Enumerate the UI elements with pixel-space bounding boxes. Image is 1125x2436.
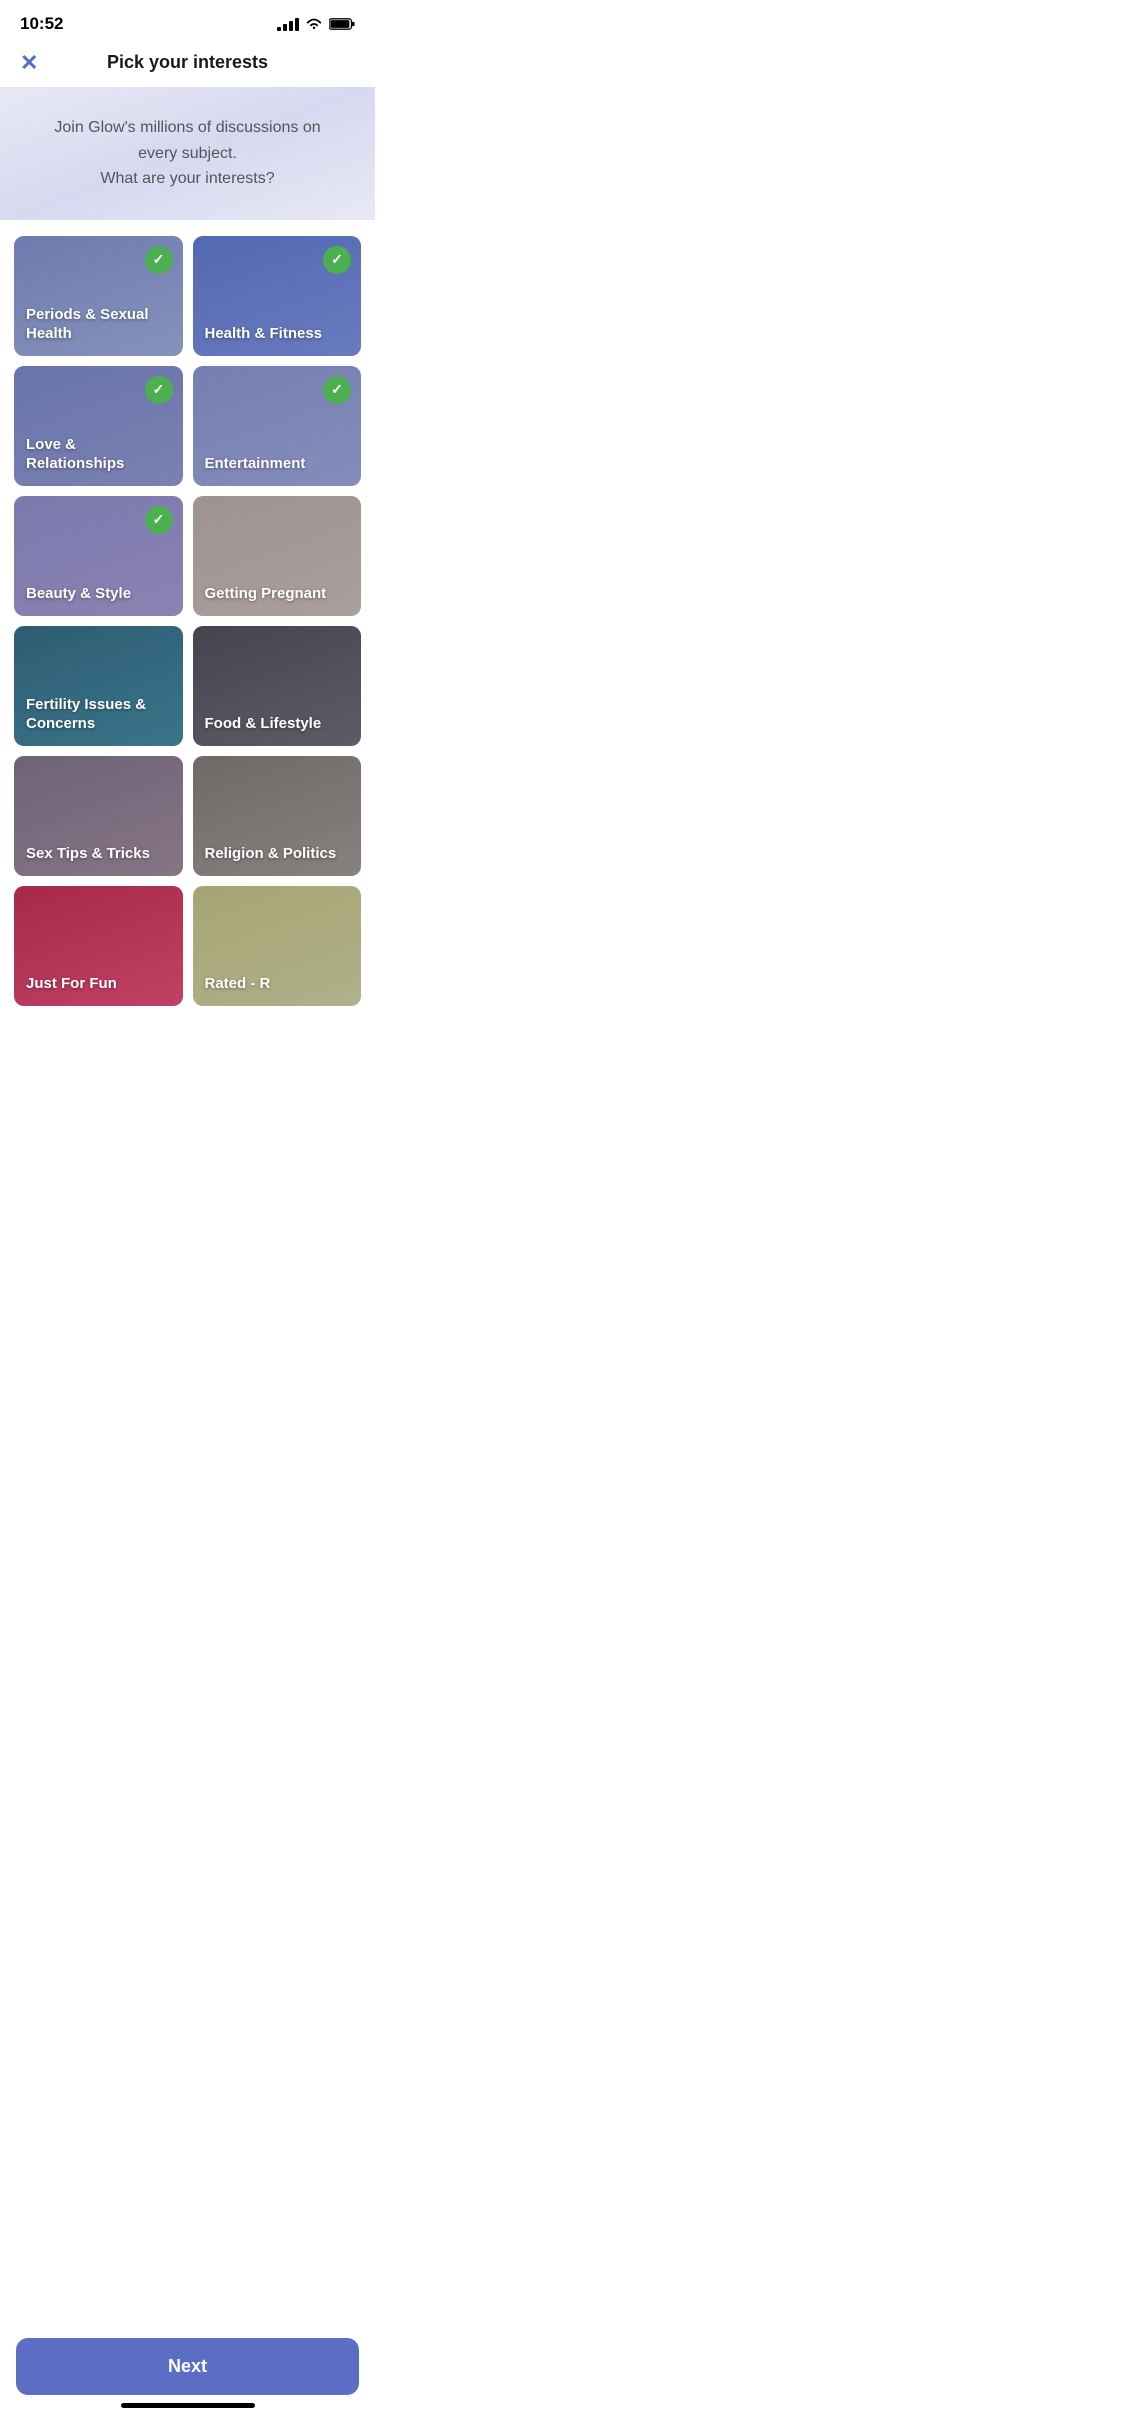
tile-rated-r[interactable]: Rated - R (193, 886, 362, 1006)
tile-label: Periods & Sexual Health (26, 305, 171, 344)
signal-icon (277, 18, 299, 31)
next-button[interactable]: Next (16, 2338, 359, 2395)
tile-label: Food & Lifestyle (205, 714, 322, 734)
tile-label: Rated - R (205, 974, 271, 994)
bottom-bar: Next (0, 2326, 375, 2436)
tile-sex-tips[interactable]: Sex Tips & Tricks (14, 756, 183, 876)
interests-grid: ✓ Periods & Sexual Health ✓ Health & Fitnes… (0, 220, 375, 1106)
tile-label: Health & Fitness (205, 324, 323, 344)
tile-entertainment[interactable]: ✓ Entertainment (193, 366, 362, 486)
tile-food[interactable]: Food & Lifestyle (193, 626, 362, 746)
page-title: Pick your interests (107, 52, 268, 73)
selected-badge: ✓ (323, 246, 351, 274)
tile-health[interactable]: ✓ Health & Fitness (193, 236, 362, 356)
close-button[interactable]: ✕ (20, 50, 38, 76)
tile-label: Getting Pregnant (205, 584, 327, 604)
home-indicator (121, 2403, 255, 2408)
selected-badge: ✓ (145, 246, 173, 274)
tile-label: Entertainment (205, 454, 306, 474)
tile-beauty[interactable]: ✓ Beauty & Style (14, 496, 183, 616)
tile-label: Sex Tips & Tricks (26, 844, 150, 864)
status-bar: 10:52 (0, 0, 375, 42)
wifi-icon (305, 17, 323, 31)
tile-label: Beauty & Style (26, 584, 131, 604)
selected-badge: ✓ (323, 376, 351, 404)
header-section: Join Glow's millions of discussions onev… (0, 87, 375, 220)
status-time: 10:52 (20, 14, 63, 34)
battery-icon (329, 17, 355, 31)
selected-badge: ✓ (145, 506, 173, 534)
tile-label: Fertility Issues & Concerns (26, 695, 171, 734)
tile-label: Just For Fun (26, 974, 117, 994)
tile-religion[interactable]: Religion & Politics (193, 756, 362, 876)
tile-label: Religion & Politics (205, 844, 337, 864)
selected-badge: ✓ (145, 376, 173, 404)
tile-fun[interactable]: Just For Fun (14, 886, 183, 1006)
header-text: Join Glow's millions of discussions onev… (30, 115, 345, 192)
status-icons (277, 17, 355, 31)
tile-love[interactable]: ✓ Love & Relationships (14, 366, 183, 486)
nav-bar: ✕ Pick your interests (0, 42, 375, 87)
tile-label: Love & Relationships (26, 435, 171, 474)
tile-getting-pregnant[interactable]: Getting Pregnant (193, 496, 362, 616)
tile-periods[interactable]: ✓ Periods & Sexual Health (14, 236, 183, 356)
tile-fertility[interactable]: Fertility Issues & Concerns (14, 626, 183, 746)
